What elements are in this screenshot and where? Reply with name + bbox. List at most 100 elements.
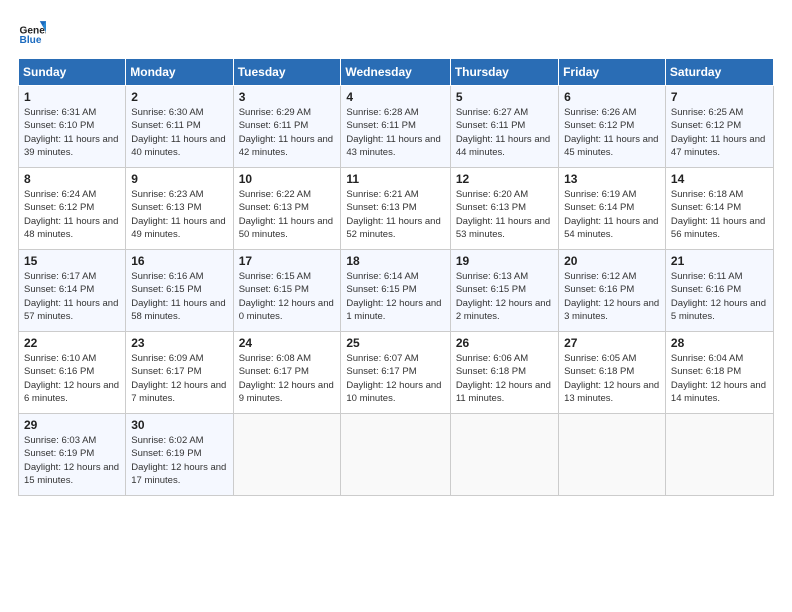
day-number: 22 — [24, 336, 120, 350]
calendar-cell: 18 Sunrise: 6:14 AMSunset: 6:15 PMDaylig… — [341, 250, 450, 332]
day-number: 23 — [131, 336, 227, 350]
header-cell-monday: Monday — [126, 59, 233, 86]
calendar-cell: 25 Sunrise: 6:07 AMSunset: 6:17 PMDaylig… — [341, 332, 450, 414]
day-info: Sunrise: 6:11 AMSunset: 6:16 PMDaylight:… — [671, 270, 768, 323]
calendar-body: 1 Sunrise: 6:31 AMSunset: 6:10 PMDayligh… — [19, 86, 774, 496]
calendar-cell: 14 Sunrise: 6:18 AMSunset: 6:14 PMDaylig… — [665, 168, 773, 250]
day-number: 18 — [346, 254, 444, 268]
day-info: Sunrise: 6:28 AMSunset: 6:11 PMDaylight:… — [346, 106, 444, 159]
day-number: 29 — [24, 418, 120, 432]
day-number: 17 — [239, 254, 336, 268]
day-info: Sunrise: 6:29 AMSunset: 6:11 PMDaylight:… — [239, 106, 336, 159]
day-info: Sunrise: 6:08 AMSunset: 6:17 PMDaylight:… — [239, 352, 336, 405]
day-info: Sunrise: 6:26 AMSunset: 6:12 PMDaylight:… — [564, 106, 660, 159]
day-info: Sunrise: 6:14 AMSunset: 6:15 PMDaylight:… — [346, 270, 444, 323]
day-number: 11 — [346, 172, 444, 186]
day-info: Sunrise: 6:17 AMSunset: 6:14 PMDaylight:… — [24, 270, 120, 323]
day-info: Sunrise: 6:19 AMSunset: 6:14 PMDaylight:… — [564, 188, 660, 241]
calendar-cell: 7 Sunrise: 6:25 AMSunset: 6:12 PMDayligh… — [665, 86, 773, 168]
calendar-cell — [559, 414, 666, 496]
day-info: Sunrise: 6:30 AMSunset: 6:11 PMDaylight:… — [131, 106, 227, 159]
calendar-cell: 16 Sunrise: 6:16 AMSunset: 6:15 PMDaylig… — [126, 250, 233, 332]
calendar-cell: 21 Sunrise: 6:11 AMSunset: 6:16 PMDaylig… — [665, 250, 773, 332]
day-info: Sunrise: 6:10 AMSunset: 6:16 PMDaylight:… — [24, 352, 120, 405]
calendar-cell: 9 Sunrise: 6:23 AMSunset: 6:13 PMDayligh… — [126, 168, 233, 250]
day-number: 26 — [456, 336, 553, 350]
day-number: 12 — [456, 172, 553, 186]
day-info: Sunrise: 6:05 AMSunset: 6:18 PMDaylight:… — [564, 352, 660, 405]
header-cell-tuesday: Tuesday — [233, 59, 341, 86]
day-number: 20 — [564, 254, 660, 268]
day-info: Sunrise: 6:22 AMSunset: 6:13 PMDaylight:… — [239, 188, 336, 241]
day-info: Sunrise: 6:18 AMSunset: 6:14 PMDaylight:… — [671, 188, 768, 241]
day-info: Sunrise: 6:23 AMSunset: 6:13 PMDaylight:… — [131, 188, 227, 241]
day-number: 28 — [671, 336, 768, 350]
header: General Blue — [18, 18, 774, 46]
header-row: SundayMondayTuesdayWednesdayThursdayFrid… — [19, 59, 774, 86]
calendar-cell: 27 Sunrise: 6:05 AMSunset: 6:18 PMDaylig… — [559, 332, 666, 414]
day-info: Sunrise: 6:16 AMSunset: 6:15 PMDaylight:… — [131, 270, 227, 323]
day-number: 1 — [24, 90, 120, 104]
calendar-cell: 8 Sunrise: 6:24 AMSunset: 6:12 PMDayligh… — [19, 168, 126, 250]
calendar-cell — [341, 414, 450, 496]
logo-icon: General Blue — [18, 18, 46, 46]
calendar-cell: 24 Sunrise: 6:08 AMSunset: 6:17 PMDaylig… — [233, 332, 341, 414]
calendar-cell: 5 Sunrise: 6:27 AMSunset: 6:11 PMDayligh… — [450, 86, 558, 168]
calendar-cell: 3 Sunrise: 6:29 AMSunset: 6:11 PMDayligh… — [233, 86, 341, 168]
calendar-cell: 10 Sunrise: 6:22 AMSunset: 6:13 PMDaylig… — [233, 168, 341, 250]
calendar-cell: 17 Sunrise: 6:15 AMSunset: 6:15 PMDaylig… — [233, 250, 341, 332]
calendar-cell: 20 Sunrise: 6:12 AMSunset: 6:16 PMDaylig… — [559, 250, 666, 332]
day-number: 10 — [239, 172, 336, 186]
calendar-cell: 15 Sunrise: 6:17 AMSunset: 6:14 PMDaylig… — [19, 250, 126, 332]
calendar-cell: 30 Sunrise: 6:02 AMSunset: 6:19 PMDaylig… — [126, 414, 233, 496]
calendar-cell: 11 Sunrise: 6:21 AMSunset: 6:13 PMDaylig… — [341, 168, 450, 250]
calendar-cell: 12 Sunrise: 6:20 AMSunset: 6:13 PMDaylig… — [450, 168, 558, 250]
day-number: 24 — [239, 336, 336, 350]
header-cell-sunday: Sunday — [19, 59, 126, 86]
calendar-cell — [450, 414, 558, 496]
calendar-table: SundayMondayTuesdayWednesdayThursdayFrid… — [18, 58, 774, 496]
day-info: Sunrise: 6:09 AMSunset: 6:17 PMDaylight:… — [131, 352, 227, 405]
calendar-cell: 13 Sunrise: 6:19 AMSunset: 6:14 PMDaylig… — [559, 168, 666, 250]
day-info: Sunrise: 6:13 AMSunset: 6:15 PMDaylight:… — [456, 270, 553, 323]
calendar-cell: 6 Sunrise: 6:26 AMSunset: 6:12 PMDayligh… — [559, 86, 666, 168]
day-info: Sunrise: 6:25 AMSunset: 6:12 PMDaylight:… — [671, 106, 768, 159]
day-number: 4 — [346, 90, 444, 104]
day-number: 21 — [671, 254, 768, 268]
day-number: 16 — [131, 254, 227, 268]
day-number: 2 — [131, 90, 227, 104]
day-number: 25 — [346, 336, 444, 350]
calendar-week-3: 15 Sunrise: 6:17 AMSunset: 6:14 PMDaylig… — [19, 250, 774, 332]
calendar-cell: 26 Sunrise: 6:06 AMSunset: 6:18 PMDaylig… — [450, 332, 558, 414]
calendar-cell: 2 Sunrise: 6:30 AMSunset: 6:11 PMDayligh… — [126, 86, 233, 168]
day-info: Sunrise: 6:20 AMSunset: 6:13 PMDaylight:… — [456, 188, 553, 241]
calendar-cell: 19 Sunrise: 6:13 AMSunset: 6:15 PMDaylig… — [450, 250, 558, 332]
day-info: Sunrise: 6:27 AMSunset: 6:11 PMDaylight:… — [456, 106, 553, 159]
day-number: 27 — [564, 336, 660, 350]
day-number: 5 — [456, 90, 553, 104]
calendar-week-1: 1 Sunrise: 6:31 AMSunset: 6:10 PMDayligh… — [19, 86, 774, 168]
calendar-cell: 29 Sunrise: 6:03 AMSunset: 6:19 PMDaylig… — [19, 414, 126, 496]
day-number: 14 — [671, 172, 768, 186]
day-number: 3 — [239, 90, 336, 104]
calendar-cell: 23 Sunrise: 6:09 AMSunset: 6:17 PMDaylig… — [126, 332, 233, 414]
day-number: 9 — [131, 172, 227, 186]
day-info: Sunrise: 6:07 AMSunset: 6:17 PMDaylight:… — [346, 352, 444, 405]
day-info: Sunrise: 6:04 AMSunset: 6:18 PMDaylight:… — [671, 352, 768, 405]
calendar-header: SundayMondayTuesdayWednesdayThursdayFrid… — [19, 59, 774, 86]
day-number: 8 — [24, 172, 120, 186]
logo: General Blue — [18, 18, 46, 46]
day-info: Sunrise: 6:24 AMSunset: 6:12 PMDaylight:… — [24, 188, 120, 241]
day-info: Sunrise: 6:31 AMSunset: 6:10 PMDaylight:… — [24, 106, 120, 159]
day-number: 7 — [671, 90, 768, 104]
day-number: 19 — [456, 254, 553, 268]
day-number: 13 — [564, 172, 660, 186]
header-cell-wednesday: Wednesday — [341, 59, 450, 86]
calendar-cell — [233, 414, 341, 496]
calendar-week-4: 22 Sunrise: 6:10 AMSunset: 6:16 PMDaylig… — [19, 332, 774, 414]
calendar-cell: 1 Sunrise: 6:31 AMSunset: 6:10 PMDayligh… — [19, 86, 126, 168]
day-number: 30 — [131, 418, 227, 432]
calendar-cell: 22 Sunrise: 6:10 AMSunset: 6:16 PMDaylig… — [19, 332, 126, 414]
day-info: Sunrise: 6:03 AMSunset: 6:19 PMDaylight:… — [24, 434, 120, 487]
day-number: 15 — [24, 254, 120, 268]
